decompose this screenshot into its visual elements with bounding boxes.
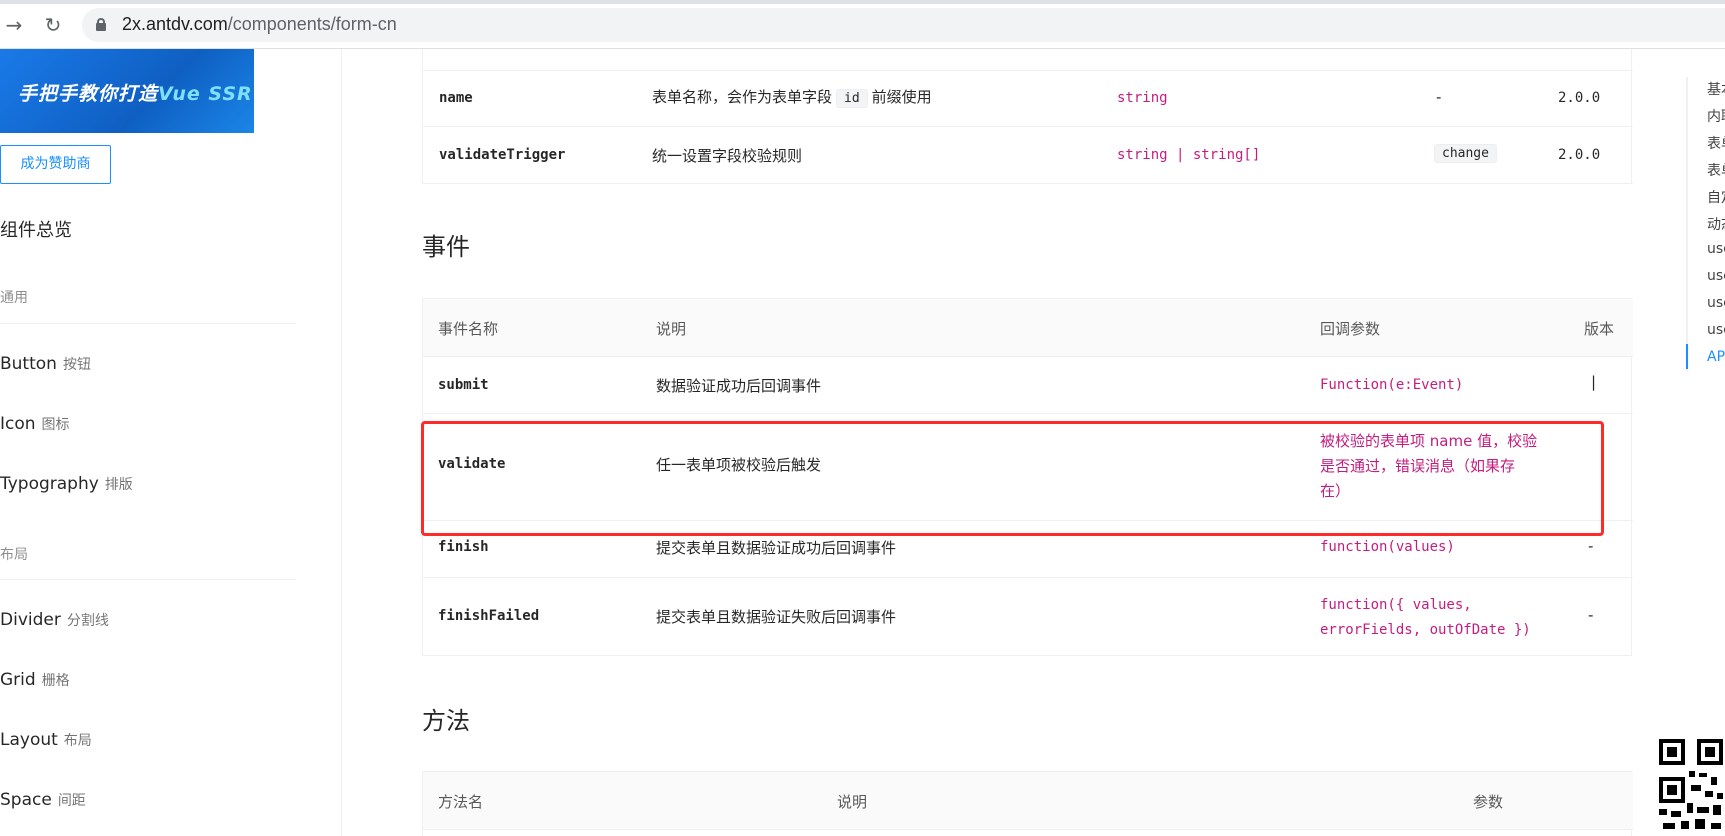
anchor-item[interactable]: use: [1707, 268, 1725, 284]
event-description: 数据验证成功后回调事件: [656, 377, 822, 395]
tab-strip: [0, 0, 1725, 4]
header-callback-params: 回调参数: [1320, 320, 1381, 338]
table-header: 方法名 说明 参数: [423, 772, 1633, 830]
prop-version: 2.0.0: [1558, 147, 1601, 163]
event-version: -: [1588, 606, 1594, 624]
browser-toolbar: → ↻ 2x.antdv.com/components/form-cn: [0, 0, 1725, 49]
event-version: -: [1588, 537, 1594, 555]
anchor-item[interactable]: 基本: [1707, 79, 1725, 99]
url-text[interactable]: 2x.antdv.com/components/form-cn: [122, 14, 397, 35]
table-row: submit 数据验证成功后回调事件 Function(e:Event) |: [423, 357, 1633, 414]
prop-default: change: [1434, 143, 1497, 163]
prop-name: name: [439, 90, 473, 106]
prop-type: string | string[]: [1117, 147, 1261, 163]
prop-type: string: [1117, 90, 1168, 106]
event-params: Function(e:Event): [1320, 377, 1464, 393]
highlight-annotation-box: [421, 421, 1604, 536]
anchor-item[interactable]: 表单: [1707, 160, 1725, 180]
prop-description: 表单名称，会作为表单字段 id 前缀使用: [652, 88, 932, 108]
sidebar-item-layout[interactable]: Layout 布局: [0, 730, 92, 750]
prop-default: -: [1436, 88, 1442, 106]
qr-code-icon: [1657, 737, 1725, 836]
lock-icon: [96, 18, 106, 31]
sponsor-banner[interactable]: 手把手教你打造Vue SSR: [0, 49, 254, 133]
header-description: 说明: [656, 320, 687, 338]
anchor-nav: 基本 内联 表单 表单 自定 动态 use use use use API: [1684, 49, 1725, 836]
methods-title: 方法: [422, 707, 470, 735]
forward-arrow-icon[interactable]: →: [2, 13, 26, 37]
sidebar-group-general: 通用: [0, 290, 28, 306]
anchor-active-indicator: [1686, 344, 1688, 369]
header-event-name: 事件名称: [438, 320, 499, 338]
sidebar-group-layout: 布局: [0, 547, 28, 563]
header-method-name: 方法名: [438, 793, 484, 811]
table-row: [423, 49, 1633, 71]
sidebar-item-button[interactable]: Button 按钮: [0, 354, 91, 374]
props-table: name 表单名称，会作为表单字段 id 前缀使用 string - 2.0.0 v…: [422, 49, 1633, 184]
anchor-rail: [1686, 77, 1688, 371]
sidebar-item-typography[interactable]: Typography 排版: [0, 474, 133, 494]
events-title: 事件: [422, 233, 470, 261]
header-version: 版本: [1584, 320, 1615, 338]
sidebar-item-icon[interactable]: Icon 图标: [0, 414, 70, 434]
event-description: 提交表单且数据验证失败后回调事件: [656, 608, 897, 626]
address-bar[interactable]: 2x.antdv.com/components/form-cn: [82, 8, 1725, 42]
header-params: 参数: [1473, 793, 1504, 811]
event-description: 提交表单且数据验证成功后回调事件: [656, 539, 897, 557]
sidebar-item-grid[interactable]: Grid 栅格: [0, 670, 70, 690]
anchor-item[interactable]: use: [1707, 295, 1725, 311]
sidebar-item-divider[interactable]: Divider 分割线: [0, 610, 109, 630]
prop-name: validateTrigger: [439, 147, 566, 163]
anchor-item[interactable]: 表单: [1707, 133, 1725, 153]
table-header: 事件名称 说明 回调参数 版本: [423, 299, 1633, 357]
event-name: submit: [438, 377, 489, 393]
sidebar-item-overview[interactable]: 组件总览: [0, 216, 72, 242]
anchor-item[interactable]: use: [1707, 241, 1725, 257]
sidebar-divider: [0, 323, 296, 324]
header-description: 说明: [837, 793, 868, 811]
anchor-item[interactable]: use: [1707, 322, 1725, 338]
anchor-item[interactable]: 自定: [1707, 187, 1725, 207]
sidebar-divider: [0, 579, 296, 580]
become-sponsor-button[interactable]: 成为赞助商: [0, 145, 111, 184]
event-version: |: [1591, 373, 1597, 391]
reload-icon[interactable]: ↻: [41, 13, 65, 37]
anchor-item[interactable]: 内联: [1707, 106, 1725, 126]
prop-version: 2.0.0: [1558, 90, 1601, 106]
methods-table: 方法名 说明 参数: [422, 771, 1633, 836]
event-name: finish: [438, 539, 489, 555]
main-content: name 表单名称，会作为表单字段 id 前缀使用 string - 2.0.0 v…: [343, 49, 1683, 836]
anchor-item[interactable]: 动态: [1707, 214, 1725, 234]
anchor-item-api[interactable]: API: [1707, 349, 1725, 365]
table-row: validateTrigger 统一设置字段校验规则 string | stri…: [423, 127, 1633, 184]
sidebar-item-space[interactable]: Space 间距: [0, 790, 86, 810]
event-params: function({ values, errorFields, outOfDat…: [1320, 597, 1531, 638]
event-name: finishFailed: [438, 608, 540, 624]
sidebar: 手把手教你打造Vue SSR 成为赞助商 组件总览 通用 Button 按钮 Ic…: [0, 49, 342, 836]
prop-description: 统一设置字段校验规则: [652, 147, 803, 165]
event-params: function(values): [1320, 539, 1455, 555]
table-row: finishFailed 提交表单且数据验证失败后回调事件 function({…: [423, 578, 1633, 656]
banner-text: 手把手教你打造Vue SSR: [18, 83, 253, 105]
table-row: name 表单名称，会作为表单字段 id 前缀使用 string - 2.0.0: [423, 71, 1633, 127]
